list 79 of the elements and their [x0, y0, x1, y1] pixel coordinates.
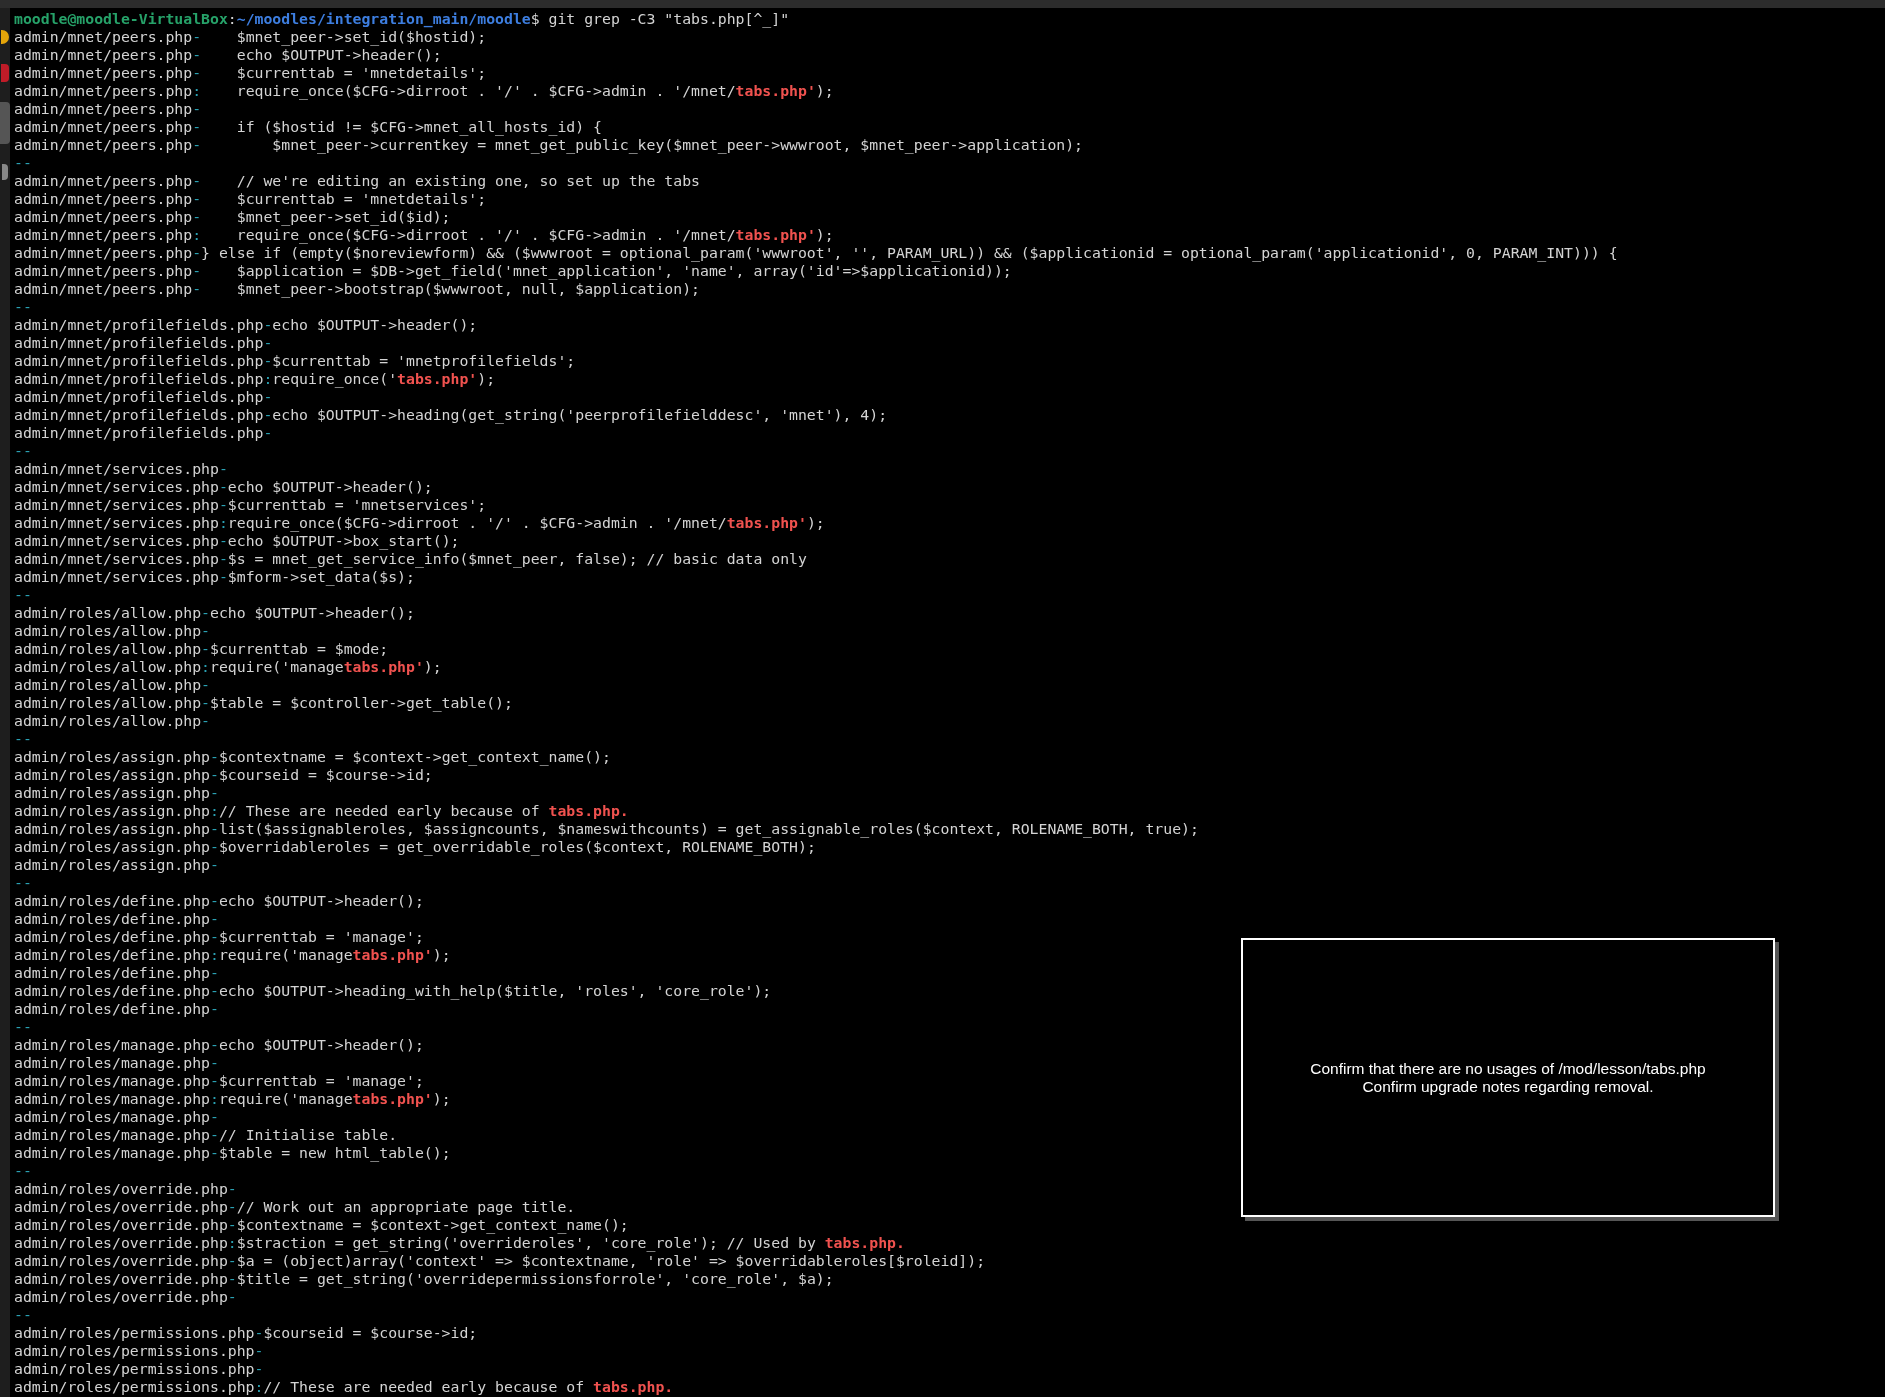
context-line: admin/roles/define.php-echo $OUTPUT->heading_with_help($title, 'roles', 'core_role');	[14, 982, 772, 1000]
context-line: admin/roles/override.php-$contextname = $context->get_context_name();	[14, 1216, 629, 1234]
context-line: admin/roles/manage.php-$table = new html_table();	[14, 1144, 451, 1162]
context-line: admin/mnet/peers.php-} else if (empty($noreviewform) && ($wwwroot = optional_param('wwwroot', '', PARAM_URL)) && ($applicationid = optional_param('applicationid', 0, PARAM_INT))) {	[14, 244, 1618, 262]
context-line: admin/mnet/peers.php- if ($hostid != $CFG->mnet_all_hosts_id) {	[14, 118, 602, 136]
context-line: admin/roles/define.php-echo $OUTPUT->header();	[14, 892, 424, 910]
context-line: admin/roles/allow.php-echo $OUTPUT->header();	[14, 604, 415, 622]
context-line: admin/roles/allow.php-$currenttab = $mode;	[14, 640, 389, 658]
context-line: admin/roles/assign.php-	[14, 856, 219, 874]
context-line: admin/roles/permissions.php-$courseid = $course->id;	[14, 1324, 478, 1342]
note-text: Confirm upgrade notes regarding removal.	[1362, 1077, 1654, 1096]
match-line: admin/mnet/peers.php: require_once($CFG->dirroot . '/' . $CFG->admin . '/mnet/tabs.php');	[14, 226, 834, 244]
context-line: admin/roles/assign.php-	[14, 784, 219, 802]
context-line: admin/mnet/profilefields.php-	[14, 334, 273, 352]
match-line: admin/roles/override.php:$straction = get_string('overrideroles', 'core_role'); // Used by tabs.php.	[14, 1234, 905, 1252]
context-line: admin/roles/override.php-// Work out an appropriate page title.	[14, 1198, 576, 1216]
context-line: admin/roles/assign.php-$courseid = $course->id;	[14, 766, 433, 784]
context-line: admin/mnet/peers.php- $mnet_peer->set_id($hostid);	[14, 28, 487, 46]
context-line: admin/mnet/services.php-	[14, 460, 228, 478]
context-line: admin/mnet/services.php-echo $OUTPUT->header();	[14, 478, 433, 496]
match-line: admin/roles/manage.php:require('managetabs.php');	[14, 1090, 451, 1108]
context-line: admin/roles/allow.php-$table = $controller->get_table();	[14, 694, 513, 712]
context-line: admin/roles/define.php-	[14, 964, 219, 982]
context-line: admin/mnet/profilefields.php-	[14, 388, 273, 406]
context-line: admin/roles/override.php-	[14, 1288, 237, 1306]
context-line: admin/roles/define.php-$currenttab = 'manage';	[14, 928, 424, 946]
context-line: admin/mnet/services.php-$currenttab = 'mnetservices';	[14, 496, 487, 514]
context-line: admin/mnet/profilefields.php-echo $OUTPUT->heading(get_string('peerprofilefielddesc', 'mnet'), 4);	[14, 406, 888, 424]
match-line: admin/roles/allow.php:require('managetabs.php');	[14, 658, 442, 676]
group-separator: --	[14, 442, 32, 460]
group-separator: --	[14, 1018, 32, 1036]
context-line: admin/mnet/peers.php- $mnet_peer->bootstrap($wwwroot, null, $application);	[14, 280, 700, 298]
context-line: admin/roles/manage.php-// Initialise table.	[14, 1126, 398, 1144]
match-line: admin/mnet/services.php:require_once($CFG->dirroot . '/' . $CFG->admin . '/mnet/tabs.php');	[14, 514, 825, 532]
context-line: admin/mnet/services.php-$s = mnet_get_service_info($mnet_peer, false); // basic data only	[14, 550, 807, 568]
context-line: admin/mnet/peers.php- echo $OUTPUT->header();	[14, 46, 442, 64]
context-line: admin/mnet/peers.php- $currenttab = 'mnetdetails';	[14, 64, 487, 82]
note-text: Confirm that there are no usages of /mod/lesson/tabs.php	[1310, 1059, 1706, 1078]
context-line: admin/mnet/profilefields.php-echo $OUTPUT->header();	[14, 316, 478, 334]
match-line: admin/roles/assign.php:// These are needed early because of tabs.php.	[14, 802, 629, 820]
context-line: admin/mnet/peers.php- // we're editing an existing one, so set up the tabs	[14, 172, 700, 190]
match-line: admin/mnet/peers.php: require_once($CFG->dirroot . '/' . $CFG->admin . '/mnet/tabs.php');	[14, 82, 834, 100]
context-line: admin/mnet/peers.php- $mnet_peer->currentkey = mnet_get_public_key($mnet_peer->wwwroot, $mnet_peer->application);	[14, 136, 1084, 154]
group-separator: --	[14, 730, 32, 748]
context-line: admin/mnet/profilefields.php-$currenttab = 'mnetprofilefields';	[14, 352, 576, 370]
context-line: admin/mnet/peers.php-	[14, 100, 202, 118]
context-line: admin/roles/assign.php-list($assignableroles, $assigncounts, $nameswithcounts) = get_assignable_roles($context, ROLENAME_BOTH, true);	[14, 820, 1199, 838]
context-line: admin/roles/manage.php-$currenttab = 'manage';	[14, 1072, 424, 1090]
context-line: admin/mnet/services.php-echo $OUTPUT->box_start();	[14, 532, 460, 550]
group-separator: --	[14, 586, 32, 604]
group-separator: --	[14, 1162, 32, 1180]
context-line: admin/roles/assign.php-$overridableroles = get_overridable_roles($context, ROLENAME_BOTH);	[14, 838, 816, 856]
context-line: admin/roles/define.php-	[14, 910, 219, 928]
context-line: admin/roles/manage.php-	[14, 1054, 219, 1072]
context-line: admin/roles/allow.php-	[14, 676, 210, 694]
context-line: admin/roles/override.php-$a = (object)array('context' => $contextname, 'role' => $overridableroles[$roleid]);	[14, 1252, 986, 1270]
match-line: admin/roles/permissions.php:// These are needed early because of tabs.php.	[14, 1378, 674, 1396]
context-line: admin/mnet/peers.php- $application = $DB->get_field('mnet_application', 'name', array('id'=>$applicationid));	[14, 262, 1012, 280]
context-line: admin/roles/permissions.php-	[14, 1342, 264, 1360]
context-line: admin/mnet/services.php-$mform->set_data($s);	[14, 568, 415, 586]
context-line: admin/mnet/peers.php- $currenttab = 'mnetdetails';	[14, 190, 487, 208]
group-separator: --	[14, 298, 32, 316]
context-line: admin/roles/define.php-	[14, 1000, 219, 1018]
context-line: admin/mnet/profilefields.php-	[14, 424, 273, 442]
group-separator: --	[14, 1306, 32, 1324]
context-line: admin/mnet/peers.php- $mnet_peer->set_id($id);	[14, 208, 451, 226]
context-line: admin/roles/allow.php-	[14, 712, 210, 730]
context-line: admin/roles/permissions.php-	[14, 1360, 264, 1378]
context-line: admin/roles/assign.php-$contextname = $context->get_context_name();	[14, 748, 611, 766]
context-line: admin/roles/manage.php-	[14, 1108, 219, 1126]
group-separator: --	[14, 154, 32, 172]
match-line: admin/roles/define.php:require('managetabs.php');	[14, 946, 451, 964]
shell-prompt: moodle@moodle-VirtualBox:~/moodles/integration_main/moodle$ git grep -C3 "tabs.php[^_]"	[14, 10, 790, 28]
context-line: admin/roles/override.php-$title = get_string('overridepermissionsforrole', 'core_role', $a);	[14, 1270, 834, 1288]
context-line: admin/roles/override.php-	[14, 1180, 237, 1198]
match-line: admin/mnet/profilefields.php:require_once('tabs.php');	[14, 370, 496, 388]
context-line: admin/roles/allow.php-	[14, 622, 210, 640]
group-separator: --	[14, 874, 32, 892]
context-line: admin/roles/manage.php-echo $OUTPUT->header();	[14, 1036, 424, 1054]
